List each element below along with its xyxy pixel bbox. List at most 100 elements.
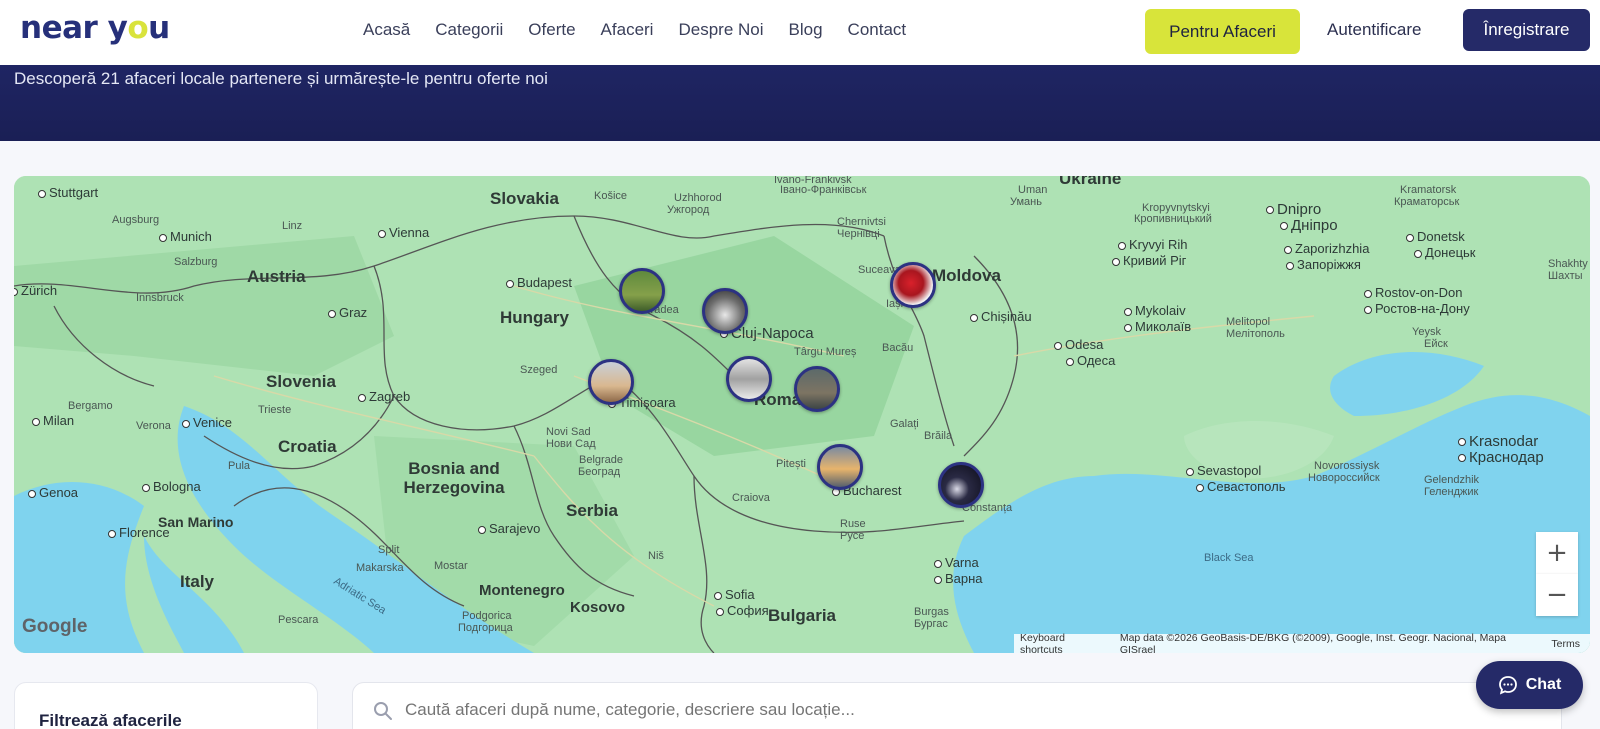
map-label-bosnia: Bosnia and Herzegovina — [403, 459, 505, 497]
map-city: Yeysk — [1412, 326, 1441, 338]
map-city: Uman — [1018, 184, 1048, 196]
map-city: Новороссийск — [1308, 472, 1380, 484]
logo[interactable]: near you — [20, 10, 170, 46]
map-city: Запоріжжя — [1286, 257, 1361, 272]
map-city: Kryvyi Rih — [1118, 237, 1188, 252]
nav-blog[interactable]: Blog — [789, 20, 823, 40]
for-business-button[interactable]: Pentru Afaceri — [1145, 9, 1300, 54]
business-map[interactable]: Slovakia Ukraine Austria Hungary Moldova… — [14, 176, 1590, 653]
map-city: Мелітополь — [1226, 328, 1285, 340]
search-input[interactable] — [405, 697, 1505, 723]
map-city: Vienna — [378, 225, 429, 240]
map-city: Шахты — [1548, 270, 1583, 282]
map-city: Умань — [1010, 196, 1042, 208]
business-marker-oradea[interactable] — [619, 268, 665, 314]
map-city: Stuttgart — [38, 185, 98, 200]
search-bar[interactable] — [352, 682, 1562, 729]
business-marker-constanta[interactable] — [938, 462, 984, 508]
map-city: Chernivtsi — [837, 216, 886, 228]
map-city: Zaporizhzhia — [1284, 241, 1369, 256]
business-marker-cluj[interactable] — [702, 288, 748, 334]
map-city: Verona — [136, 420, 171, 432]
map-city: Ruse — [840, 518, 866, 530]
map-city: Salzburg — [174, 256, 218, 268]
map-city: Ейск — [1424, 338, 1448, 350]
map-city: Кривий Ріг — [1112, 253, 1186, 268]
nav-home[interactable]: Acasă — [363, 20, 410, 40]
map-city: Galați — [890, 418, 919, 430]
map-city: Donetsk — [1406, 229, 1465, 244]
map-city: Bergamo — [68, 400, 113, 412]
map-city: Odesa — [1054, 337, 1103, 352]
main-nav: Acasă Categorii Oferte Afaceri Despre No… — [363, 20, 931, 40]
map-city: Zagreb — [358, 389, 410, 404]
map-city: Gelendzhik — [1424, 474, 1480, 486]
google-logo: Google — [22, 616, 88, 637]
map-city: Uzhhorod — [674, 192, 722, 204]
map-city: Севастополь — [1196, 479, 1286, 494]
map-city: Подгорица — [458, 622, 513, 634]
search-icon — [374, 702, 392, 720]
map-city: София — [716, 603, 769, 618]
map-city: Rostov-on-Don — [1364, 285, 1462, 300]
map-city: Донецьк — [1414, 245, 1476, 260]
register-button[interactable]: Înregistrare — [1463, 9, 1590, 51]
map-label-ukraine: Ukraine — [1059, 176, 1122, 188]
login-button[interactable]: Autentificare — [1327, 20, 1422, 40]
map-city: Szeged — [520, 364, 558, 376]
nav-about[interactable]: Despre Noi — [678, 20, 763, 40]
map-city: Bologna — [142, 479, 201, 494]
map-city: Чернівці — [837, 228, 880, 240]
map-city: Краматорськ — [1394, 196, 1460, 208]
map-city: Florence — [108, 525, 170, 540]
map-city: Краснодар — [1458, 449, 1544, 467]
nav-categories[interactable]: Categorii — [435, 20, 503, 40]
map-city: Chișinău — [970, 309, 1032, 324]
map-city: Novi Sad — [546, 426, 591, 438]
nav-offers[interactable]: Oferte — [528, 20, 575, 40]
map-city: Pula — [228, 460, 251, 472]
map-city: Варна — [934, 571, 983, 586]
map-city: Shakhty — [1548, 258, 1588, 270]
site-header: near you Acasă Categorii Oferte Afaceri … — [0, 0, 1600, 65]
map-city: Split — [378, 544, 400, 556]
map-city: Trieste — [258, 404, 292, 416]
map-data-credit: Map data ©2026 GeoBasis-DE/BKG (©2009), … — [1119, 631, 1506, 654]
terms-link[interactable]: Terms — [1551, 638, 1580, 650]
map-city: Миколаїв — [1124, 319, 1191, 334]
nav-businesses[interactable]: Afaceri — [601, 20, 654, 40]
business-marker-bucharest[interactable] — [817, 444, 863, 490]
map-city: Ужгород — [667, 204, 710, 216]
keyboard-shortcuts-link[interactable]: Keyboard shortcuts — [1020, 632, 1110, 654]
zoom-in-button[interactable]: + — [1536, 532, 1578, 574]
map-city: Munich — [159, 229, 212, 244]
map-label-kosovo: Kosovo — [570, 599, 626, 616]
map-city: Дніпро — [1280, 217, 1338, 235]
map-city: Београд — [578, 466, 621, 478]
chat-bubble-icon — [1498, 676, 1517, 695]
business-marker-brasov[interactable] — [794, 366, 840, 412]
map-city: Kramatorsk — [1400, 184, 1457, 196]
map-label-slovakia: Slovakia — [490, 189, 559, 208]
map-city: Русе — [840, 530, 865, 542]
map-city: Belgrade — [579, 454, 624, 466]
business-marker-center[interactable] — [726, 356, 772, 402]
map-label-austria: Austria — [247, 267, 306, 286]
map-city: Graz — [328, 305, 367, 320]
map-label-italy: Italy — [180, 572, 215, 591]
chat-button[interactable]: Chat — [1476, 661, 1583, 709]
map-label-hungary: Hungary — [500, 308, 569, 327]
map-city: Mykolaiv — [1124, 303, 1186, 318]
business-marker-iasi[interactable] — [890, 262, 936, 308]
logo-accent: o — [127, 10, 149, 46]
zoom-out-button[interactable]: − — [1536, 574, 1578, 616]
map-city: Genoa — [28, 485, 78, 500]
map-city: Novorossiysk — [1314, 460, 1380, 472]
map-city: Кропивницький — [1134, 213, 1212, 225]
map-city: Craiova — [732, 492, 770, 504]
map-city: Podgorica — [462, 610, 512, 622]
business-marker-timisoara[interactable] — [588, 359, 634, 405]
nav-contact[interactable]: Contact — [848, 20, 907, 40]
map-city: Târgu Mureș — [794, 346, 857, 358]
map-city: Бургас — [914, 618, 948, 630]
